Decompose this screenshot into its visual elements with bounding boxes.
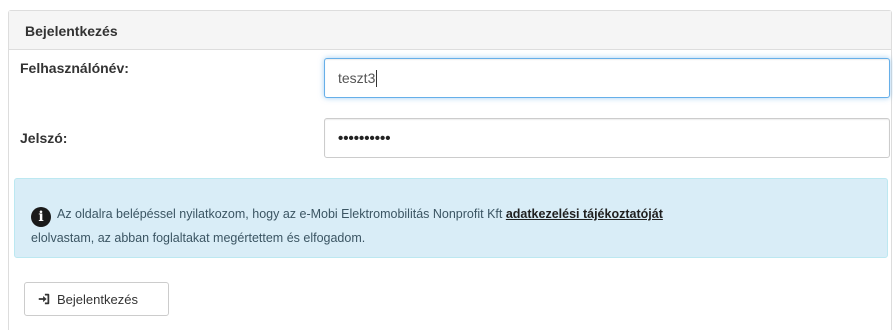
username-label: Felhasználónév: bbox=[20, 60, 129, 76]
password-masked-value: •••••••••• bbox=[338, 129, 391, 147]
notice-text-continued: elolvastam, az abban foglaltakat megérte… bbox=[31, 231, 366, 245]
login-form: Felhasználónév: teszt3 Jelszó: •••••••••… bbox=[8, 10, 892, 316]
privacy-notice: i Az oldalra belépéssel nyilatkozom, hogy… bbox=[14, 178, 888, 258]
notice-text: Az oldalra belépéssel nyilatkozom, hogy … bbox=[57, 207, 503, 221]
sign-in-icon bbox=[38, 293, 50, 305]
username-input[interactable]: teszt3 bbox=[324, 58, 890, 98]
login-button[interactable]: Bejelentkezés bbox=[24, 282, 169, 316]
privacy-policy-link[interactable]: adatkezelési tájékoztatóját bbox=[506, 207, 663, 221]
info-circle-icon: i bbox=[31, 207, 51, 227]
text-caret bbox=[376, 69, 378, 87]
login-button-label: Bejelentkezés bbox=[57, 291, 138, 307]
username-value: teszt3 bbox=[338, 70, 376, 86]
password-input[interactable]: •••••••••• bbox=[324, 118, 890, 158]
password-label: Jelszó: bbox=[20, 130, 68, 146]
